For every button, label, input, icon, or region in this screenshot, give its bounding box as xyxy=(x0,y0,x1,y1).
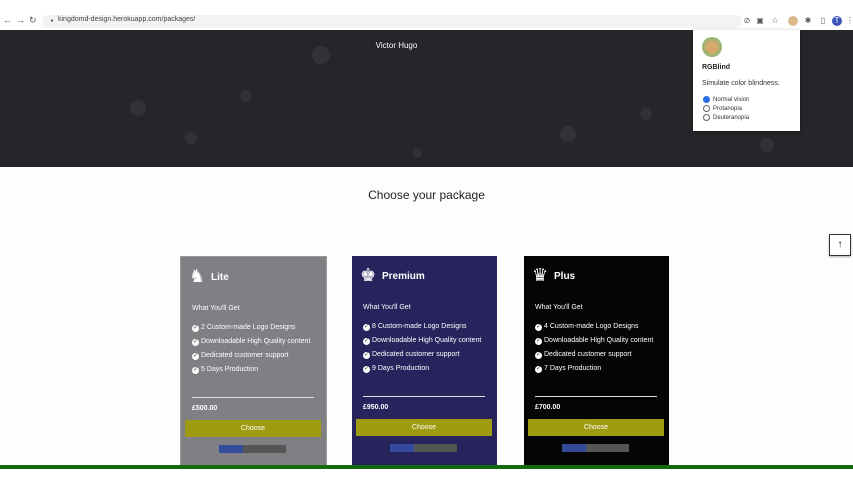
list-item: ✓ 7 Days Production xyxy=(535,365,602,373)
camera-icon[interactable]: ▣ xyxy=(755,16,765,26)
check-icon: ✓ xyxy=(363,324,370,331)
footer-bar xyxy=(0,465,853,469)
arrow-up-icon: ↑ xyxy=(837,239,843,250)
choose-button[interactable]: Choose xyxy=(356,419,492,436)
forward-icon[interactable]: → xyxy=(16,15,25,25)
browser-toolbar: ← → ↻ ▪ kingdomd-design.herokuapp.com/pa… xyxy=(0,13,853,30)
list-item: ✓ 5 Days Production xyxy=(192,366,259,374)
popup-subtitle: Simulate color blindness. xyxy=(702,80,780,87)
package-name: Premium xyxy=(382,271,425,282)
feature-list: ✓ 2 Custom-made Logo Designs ✓ Downloadabl… xyxy=(192,323,320,379)
sidepanel-icon[interactable]: ▯ xyxy=(818,16,828,26)
list-item: ✓ 8 Custom-made Logo Designs xyxy=(363,323,467,331)
check-icon: ✓ xyxy=(192,339,199,346)
divider xyxy=(192,397,314,398)
package-card-lite: ♞ Lite What You'll Get ✓ 2 Custom-made Lo… xyxy=(180,256,327,467)
list-item: ✓ 4 Custom-made Logo Designs xyxy=(535,323,639,331)
list-item: ✓ 2 Custom-made Logo Designs xyxy=(192,324,296,332)
package-price: £950.00 xyxy=(363,404,389,411)
check-icon: ✓ xyxy=(535,366,542,373)
feature-list: ✓ 4 Custom-made Logo Designs ✓ Downloadabl… xyxy=(535,322,663,378)
payment-button[interactable] xyxy=(390,444,457,452)
scroll-top-button[interactable]: ↑ xyxy=(829,234,851,256)
share-icon[interactable]: ⊘ xyxy=(742,16,752,26)
divider xyxy=(363,396,485,397)
choose-button[interactable]: Choose xyxy=(528,419,664,436)
list-item: ✓ Dedicated customer support xyxy=(192,352,289,360)
quote-author: Victor Hugo xyxy=(375,41,418,50)
what-you-get-label: What You'll Get xyxy=(535,304,583,311)
package-price: £700.00 xyxy=(535,404,561,411)
what-you-get-label: What You'll Get xyxy=(192,305,240,312)
list-item: ✓ 9 Days Production xyxy=(363,365,430,373)
back-icon[interactable]: ← xyxy=(3,15,12,25)
check-icon: ✓ xyxy=(363,366,370,373)
radio-icon[interactable] xyxy=(703,105,710,112)
radio-icon[interactable] xyxy=(703,96,710,103)
page-title: Choose your package xyxy=(368,188,485,202)
check-icon: ✓ xyxy=(363,352,370,359)
menu-icon[interactable]: ⋮ xyxy=(845,16,853,26)
payment-button[interactable] xyxy=(219,445,286,453)
list-item: ✓ Downloadable High Quality content xyxy=(363,337,482,345)
window-top-strip xyxy=(0,0,853,13)
option-deuteranopia[interactable]: Deuteranopia xyxy=(703,114,749,121)
divider xyxy=(535,396,657,397)
star-icon[interactable]: ☆ xyxy=(770,16,780,26)
package-price: £500.00 xyxy=(192,405,218,412)
check-icon: ✓ xyxy=(535,324,542,331)
extension-rgblind-icon[interactable] xyxy=(788,16,798,26)
popup-title: RGBlind xyxy=(702,64,730,71)
choose-button[interactable]: Choose xyxy=(185,420,321,437)
option-protanopia[interactable]: Protanopia xyxy=(703,105,742,112)
package-card-premium: ♚ Premium What You'll Get ✓ 8 Custom-made… xyxy=(352,256,497,465)
queen-chess-icon: ♛ xyxy=(532,265,549,285)
check-icon: ✓ xyxy=(535,352,542,359)
payment-button[interactable] xyxy=(562,444,629,452)
king-chess-icon: ♚ xyxy=(360,265,377,285)
list-item: ✓ Downloadable High Quality content xyxy=(192,338,311,346)
check-icon: ✓ xyxy=(192,353,199,360)
puzzle-icon[interactable]: ✱ xyxy=(803,16,813,26)
profile-avatar[interactable]: T xyxy=(832,16,842,26)
rgblind-logo-icon xyxy=(702,37,722,57)
lock-icon: ▪ xyxy=(50,16,54,25)
list-item: ✓ Dedicated customer support xyxy=(363,351,460,359)
knight-chess-icon: ♞ xyxy=(189,266,206,286)
option-normal-vision[interactable]: Normal vision xyxy=(703,96,749,103)
package-name: Lite xyxy=(211,272,229,283)
reload-icon[interactable]: ↻ xyxy=(29,15,37,26)
what-you-get-label: What You'll Get xyxy=(363,304,411,311)
check-icon: ✓ xyxy=(192,325,199,332)
radio-icon[interactable] xyxy=(703,114,710,121)
package-card-plus: ♛ Plus What You'll Get ✓ 4 Custom-made Lo… xyxy=(524,256,669,465)
package-name: Plus xyxy=(554,271,576,282)
check-icon: ✓ xyxy=(535,338,542,345)
feature-list: ✓ 8 Custom-made Logo Designs ✓ Downloadabl… xyxy=(363,322,491,378)
check-icon: ✓ xyxy=(363,338,370,345)
check-icon: ✓ xyxy=(192,367,199,374)
extension-popup: RGBlind Simulate color blindness. Normal… xyxy=(693,30,800,131)
list-item: ✓ Dedicated customer support xyxy=(535,351,632,359)
list-item: ✓ Downloadable High Quality content xyxy=(535,337,654,345)
url-text[interactable]: kingdomd-design.herokuapp.com/packages/ xyxy=(58,16,195,23)
